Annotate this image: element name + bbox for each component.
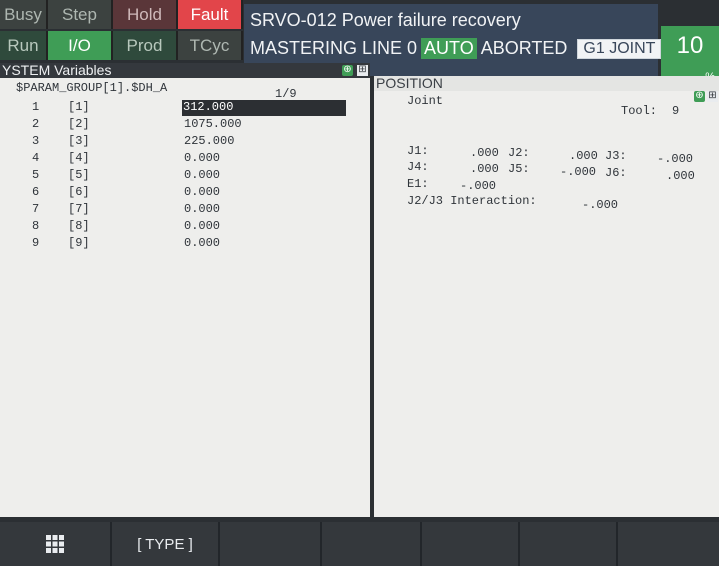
menu-key[interactable] [0,522,112,566]
program-name: MASTERING LINE 0 [250,38,418,58]
j2-label: J2: [508,146,530,160]
table-row[interactable]: 5 [5] 0.000 [0,168,370,185]
type-key[interactable]: [ TYPE ] [112,522,220,566]
split-window-icon[interactable]: ⊞ [357,65,368,76]
j6-value: .000 [666,169,695,183]
e1-value: -.000 [460,179,497,193]
f4-key[interactable] [422,522,520,566]
j4-value: .000 [470,162,499,176]
table-row[interactable]: 4 [4] 0.000 [0,151,370,168]
j3-label: J3: [605,149,627,163]
panel-title: YSTEM Variables [0,63,370,78]
j1-value: .000 [470,146,499,160]
table-row[interactable]: 6 [6] 0.000 [0,185,370,202]
next-key[interactable] [618,522,719,566]
j4-label: J4: [407,160,429,174]
run-indicator: Run [0,31,48,60]
execution-state: ABORTED [480,38,568,58]
busy-indicator: Busy [0,0,48,29]
mode-badge: AUTO [421,38,477,59]
position-panel: POSITION ⊕ ⊞ Joint Tool: 9 J1: .000 J2: … [374,76,719,517]
j3-value: -.000 [657,152,694,166]
j2-value: .000 [569,149,598,163]
zoom-icon[interactable]: ⊕ [342,65,353,76]
zoom-icon[interactable]: ⊕ [694,91,705,102]
j5-value: -.000 [560,165,597,179]
split-window-icon[interactable]: ⊞ [707,91,718,102]
tool-label: Tool: [621,104,658,118]
j6-label: J6: [605,166,627,180]
table-row[interactable]: 9 [9] 0.000 [0,236,370,253]
fault-indicator: Fault [178,0,243,29]
f2-key[interactable] [220,522,322,566]
e1-label: E1: [407,177,429,191]
tool-value: 9 [672,104,680,118]
j1-label: J1: [407,144,429,158]
grid-icon [46,535,64,553]
prod-indicator: Prod [113,31,178,60]
table-row[interactable]: 7 [7] 0.000 [0,202,370,219]
alarm-message: SRVO-012 Power failure recovery [250,10,521,30]
f5-key[interactable] [520,522,618,566]
interaction-value: -.000 [582,198,619,212]
f3-key[interactable] [322,522,422,566]
table-row[interactable]: 3 [3] 225.000 [0,134,370,151]
table-row[interactable]: 2 [2] 1075.000 [0,117,370,134]
io-indicator: I/O [48,31,113,60]
interaction-label: J2/J3 Interaction: [407,194,537,208]
page-indicator: 1/9 [275,87,297,101]
table-row[interactable]: 1 [1] 312.000 [0,100,370,117]
coord-mode: Joint [407,94,444,108]
step-indicator: Step [48,0,113,29]
override-value: 10 [676,32,704,59]
variable-path: $PARAM_GROUP[1].$DH_A [16,81,168,95]
panel-title: POSITION [374,76,719,91]
table-row[interactable]: 8 [8] 0.000 [0,219,370,236]
system-variables-panel: YSTEM Variables ⊕ ⊞ $PARAM_GROUP[1].$DH_… [0,63,370,517]
hold-indicator: Hold [113,0,178,29]
j5-label: J5: [508,162,530,176]
selected-value-cell[interactable]: 312.000 [182,100,346,116]
group-coord-badge: G1 JOINT [577,38,662,59]
tcyc-indicator: TCyc [178,31,243,60]
program-status: MASTERING LINE 0 AUTO ABORTED G1 JOINT [250,38,662,59]
